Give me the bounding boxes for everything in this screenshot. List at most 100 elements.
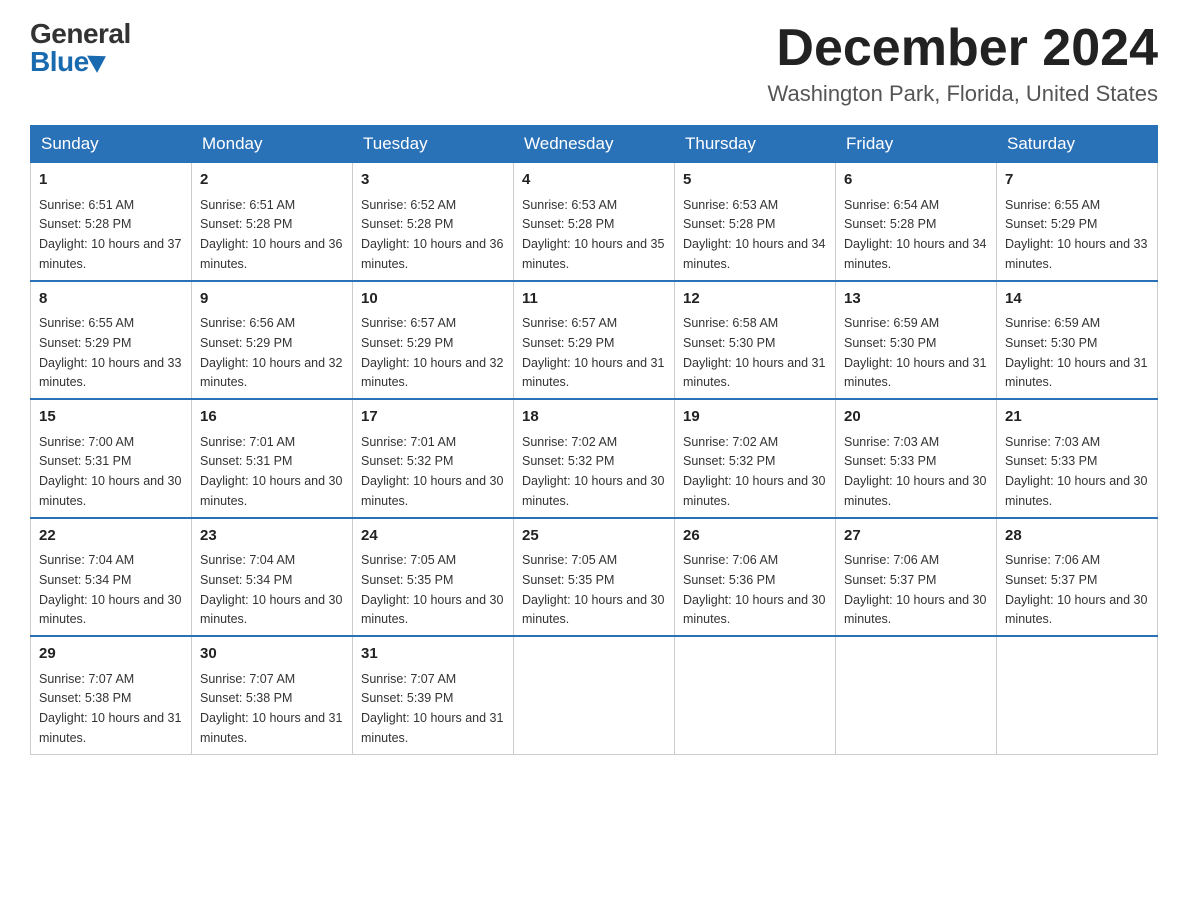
day-sunrise: Sunrise: 6:51 AMSunset: 5:28 PMDaylight:… [200,198,342,271]
day-number: 31 [361,643,505,666]
day-sunrise: Sunrise: 6:52 AMSunset: 5:28 PMDaylight:… [361,198,503,271]
table-row: 29 Sunrise: 7:07 AMSunset: 5:38 PMDaylig… [31,636,192,754]
table-row [514,636,675,754]
day-number: 14 [1005,288,1149,311]
table-row: 1 Sunrise: 6:51 AMSunset: 5:28 PMDayligh… [31,163,192,281]
day-sunrise: Sunrise: 7:04 AMSunset: 5:34 PMDaylight:… [200,553,342,626]
day-number: 6 [844,169,988,192]
day-sunrise: Sunrise: 7:01 AMSunset: 5:31 PMDaylight:… [200,435,342,508]
table-row [836,636,997,754]
day-sunrise: Sunrise: 6:55 AMSunset: 5:29 PMDaylight:… [39,316,181,389]
table-row: 13 Sunrise: 6:59 AMSunset: 5:30 PMDaylig… [836,281,997,400]
day-number: 22 [39,525,183,548]
day-number: 4 [522,169,666,192]
day-number: 23 [200,525,344,548]
day-number: 7 [1005,169,1149,192]
logo-arrow-icon [87,48,111,73]
table-row: 15 Sunrise: 7:00 AMSunset: 5:31 PMDaylig… [31,399,192,518]
month-title: December 2024 [768,20,1158,77]
day-sunrise: Sunrise: 6:57 AMSunset: 5:29 PMDaylight:… [361,316,503,389]
day-sunrise: Sunrise: 7:07 AMSunset: 5:38 PMDaylight:… [200,672,342,745]
weekday-header-row: Sunday Monday Tuesday Wednesday Thursday… [31,126,1158,163]
day-number: 25 [522,525,666,548]
day-number: 30 [200,643,344,666]
table-row [675,636,836,754]
day-sunrise: Sunrise: 6:55 AMSunset: 5:29 PMDaylight:… [1005,198,1147,271]
header-tuesday: Tuesday [353,126,514,163]
day-sunrise: Sunrise: 6:56 AMSunset: 5:29 PMDaylight:… [200,316,342,389]
table-row: 7 Sunrise: 6:55 AMSunset: 5:29 PMDayligh… [997,163,1158,281]
table-row: 8 Sunrise: 6:55 AMSunset: 5:29 PMDayligh… [31,281,192,400]
table-row: 3 Sunrise: 6:52 AMSunset: 5:28 PMDayligh… [353,163,514,281]
logo-general: General [30,20,131,48]
table-row: 30 Sunrise: 7:07 AMSunset: 5:38 PMDaylig… [192,636,353,754]
table-row: 22 Sunrise: 7:04 AMSunset: 5:34 PMDaylig… [31,518,192,637]
table-row: 25 Sunrise: 7:05 AMSunset: 5:35 PMDaylig… [514,518,675,637]
header-saturday: Saturday [997,126,1158,163]
title-area: December 2024 Washington Park, Florida, … [768,20,1158,107]
day-sunrise: Sunrise: 6:58 AMSunset: 5:30 PMDaylight:… [683,316,825,389]
page-header: General Blue December 2024 Washington Pa… [30,20,1158,107]
day-sunrise: Sunrise: 7:05 AMSunset: 5:35 PMDaylight:… [522,553,664,626]
header-sunday: Sunday [31,126,192,163]
day-sunrise: Sunrise: 7:07 AMSunset: 5:39 PMDaylight:… [361,672,503,745]
day-number: 18 [522,406,666,429]
day-number: 12 [683,288,827,311]
calendar-week-row: 1 Sunrise: 6:51 AMSunset: 5:28 PMDayligh… [31,163,1158,281]
table-row: 31 Sunrise: 7:07 AMSunset: 5:39 PMDaylig… [353,636,514,754]
logo: General Blue [30,20,131,76]
table-row: 11 Sunrise: 6:57 AMSunset: 5:29 PMDaylig… [514,281,675,400]
table-row [997,636,1158,754]
day-sunrise: Sunrise: 6:57 AMSunset: 5:29 PMDaylight:… [522,316,664,389]
table-row: 21 Sunrise: 7:03 AMSunset: 5:33 PMDaylig… [997,399,1158,518]
table-row: 4 Sunrise: 6:53 AMSunset: 5:28 PMDayligh… [514,163,675,281]
day-number: 1 [39,169,183,192]
day-number: 3 [361,169,505,192]
day-number: 19 [683,406,827,429]
day-sunrise: Sunrise: 7:06 AMSunset: 5:37 PMDaylight:… [844,553,986,626]
day-sunrise: Sunrise: 7:02 AMSunset: 5:32 PMDaylight:… [683,435,825,508]
header-friday: Friday [836,126,997,163]
table-row: 2 Sunrise: 6:51 AMSunset: 5:28 PMDayligh… [192,163,353,281]
day-sunrise: Sunrise: 6:54 AMSunset: 5:28 PMDaylight:… [844,198,986,271]
table-row: 27 Sunrise: 7:06 AMSunset: 5:37 PMDaylig… [836,518,997,637]
calendar-table: Sunday Monday Tuesday Wednesday Thursday… [30,125,1158,755]
calendar-week-row: 8 Sunrise: 6:55 AMSunset: 5:29 PMDayligh… [31,281,1158,400]
logo-blue: Blue [30,48,89,76]
table-row: 6 Sunrise: 6:54 AMSunset: 5:28 PMDayligh… [836,163,997,281]
day-number: 2 [200,169,344,192]
table-row: 5 Sunrise: 6:53 AMSunset: 5:28 PMDayligh… [675,163,836,281]
day-sunrise: Sunrise: 7:00 AMSunset: 5:31 PMDaylight:… [39,435,181,508]
day-number: 27 [844,525,988,548]
day-number: 5 [683,169,827,192]
day-number: 26 [683,525,827,548]
header-wednesday: Wednesday [514,126,675,163]
calendar-week-row: 22 Sunrise: 7:04 AMSunset: 5:34 PMDaylig… [31,518,1158,637]
day-number: 11 [522,288,666,311]
day-sunrise: Sunrise: 7:05 AMSunset: 5:35 PMDaylight:… [361,553,503,626]
table-row: 14 Sunrise: 6:59 AMSunset: 5:30 PMDaylig… [997,281,1158,400]
table-row: 26 Sunrise: 7:06 AMSunset: 5:36 PMDaylig… [675,518,836,637]
table-row: 20 Sunrise: 7:03 AMSunset: 5:33 PMDaylig… [836,399,997,518]
day-number: 20 [844,406,988,429]
day-sunrise: Sunrise: 7:03 AMSunset: 5:33 PMDaylight:… [844,435,986,508]
day-sunrise: Sunrise: 7:02 AMSunset: 5:32 PMDaylight:… [522,435,664,508]
day-sunrise: Sunrise: 6:51 AMSunset: 5:28 PMDaylight:… [39,198,181,271]
table-row: 9 Sunrise: 6:56 AMSunset: 5:29 PMDayligh… [192,281,353,400]
table-row: 24 Sunrise: 7:05 AMSunset: 5:35 PMDaylig… [353,518,514,637]
day-number: 21 [1005,406,1149,429]
day-number: 9 [200,288,344,311]
location-title: Washington Park, Florida, United States [768,81,1158,107]
day-sunrise: Sunrise: 7:03 AMSunset: 5:33 PMDaylight:… [1005,435,1147,508]
table-row: 17 Sunrise: 7:01 AMSunset: 5:32 PMDaylig… [353,399,514,518]
table-row: 19 Sunrise: 7:02 AMSunset: 5:32 PMDaylig… [675,399,836,518]
table-row: 23 Sunrise: 7:04 AMSunset: 5:34 PMDaylig… [192,518,353,637]
day-number: 29 [39,643,183,666]
day-number: 8 [39,288,183,311]
day-number: 28 [1005,525,1149,548]
calendar-week-row: 29 Sunrise: 7:07 AMSunset: 5:38 PMDaylig… [31,636,1158,754]
table-row: 18 Sunrise: 7:02 AMSunset: 5:32 PMDaylig… [514,399,675,518]
header-monday: Monday [192,126,353,163]
day-number: 24 [361,525,505,548]
day-sunrise: Sunrise: 6:59 AMSunset: 5:30 PMDaylight:… [1005,316,1147,389]
